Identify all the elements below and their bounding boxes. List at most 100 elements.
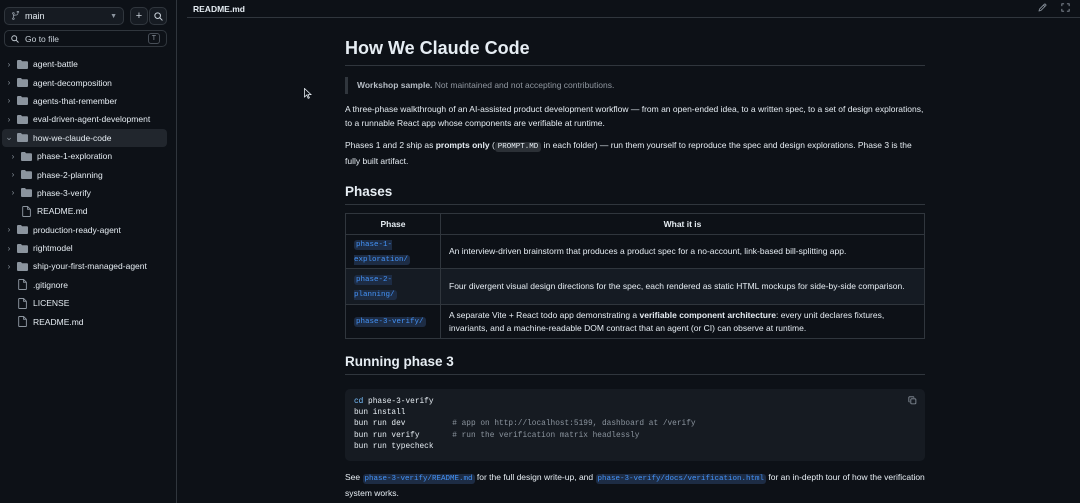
copy-icon[interactable] [908,396,917,409]
chevron-down-icon[interactable]: ⌄ [4,132,14,143]
tree-item-label: LICENSE [33,298,70,309]
tree-item-label: production-ready-agent [33,224,121,235]
intro-paragraph: A three-phase walkthrough of an AI-assis… [345,104,924,128]
tree-item[interactable]: › agents-that-remember [0,92,176,110]
tree-item[interactable]: README.md [0,202,176,220]
tree-item-label: rightmodel [33,243,73,254]
tree-item[interactable]: › rightmodel [0,239,176,257]
phases-paragraph: Phases 1 and 2 ship as prompts only (PRO… [345,139,925,168]
file-title: README.md [193,4,245,14]
tree-item[interactable]: › phase-1-exploration [0,147,176,165]
shortcut-key: T [147,33,160,44]
table-row: phase-1- exploration/ An interview-driven… [345,234,925,269]
tree-item-label: README.md [37,206,88,217]
phase-1-link[interactable]: phase-1- exploration/ [354,239,411,265]
folder-icon [20,188,32,198]
tree-item-label: phase-1-exploration [37,151,113,162]
workshop-notice: Workshop sample. Not maintained and not … [345,77,925,94]
table-cell-what: An interview-driven brainstorm that prod… [440,234,925,269]
tree-item[interactable]: › agent-battle [0,55,176,73]
tree-item[interactable]: › phase-3-verify [0,184,176,202]
tree-item-label: README.md [33,316,84,327]
phases-text-2: ( [489,140,495,150]
tree-item-label: agent-battle [33,59,78,70]
branch-selector[interactable]: main ▼ [4,7,124,25]
code-line: bun install [354,409,406,418]
tree-item[interactable]: ⌄ how-we-claude-code [2,128,167,147]
code-keyword: cd [354,398,364,406]
table-cell-what: A separate Vite + React todo app demonst… [440,304,925,339]
code-line: bun run dev [354,420,453,429]
prompt-md-code: PROMPT.MD [494,142,542,152]
table-header-phase: Phase [345,213,441,235]
table-cell-phase: phase-3-verify/ [345,304,441,339]
cell-text: A separate Vite + React todo app demonst… [449,309,640,320]
code-line: bun run typecheck [354,442,434,451]
folder-icon [20,151,32,161]
branch-name: main [25,11,45,21]
readme-title: How We Claude Code [345,36,925,66]
go-to-file-input[interactable]: Go to file T [4,30,167,47]
running-heading: Running phase 3 [345,353,925,375]
git-branch-icon [12,11,20,20]
phases-text-1: Phases 1 and 2 ship as [345,140,436,150]
tree-item-label: agent-decomposition [33,77,112,88]
chevron-right-icon[interactable]: › [8,170,18,179]
link-text: planning/ [354,290,395,299]
notice-text: Not maintained and not accepting contrib… [432,80,615,90]
folder-icon [16,59,28,69]
phase-2-link[interactable]: phase-2- planning/ [354,274,397,300]
cell-bold: verifiable component architecture [639,309,777,320]
see-text: See [345,472,363,482]
markdown-body: How We Claude Code Workshop sample. Not … [345,36,925,500]
expand-icon[interactable] [1061,3,1070,12]
tree-item-label: phase-2-planning [37,169,103,180]
folder-icon [20,170,32,180]
folder-icon [16,133,28,143]
folder-icon [16,243,28,253]
tree-item[interactable]: › eval-driven-agent-development [0,110,176,128]
tree-item[interactable]: .gitignore [0,276,176,294]
see-paragraph: See phase-3-verify/README.md for the ful… [345,471,925,500]
readme-viewer: README.md How We Claude Code Workshop sa… [187,0,1080,503]
tree-item[interactable]: › production-ready-agent [0,221,176,239]
chevron-right-icon[interactable]: › [4,115,14,124]
tree-item-label: ship-your-first-managed-agent [33,261,147,272]
tree-item-label: phase-3-verify [37,187,91,198]
chevron-right-icon[interactable]: › [8,188,18,197]
file-tree: › agent-battle › agent-decomposition › agents… [0,55,176,331]
file-icon [16,279,28,291]
verification-doc-link[interactable]: phase-3-verify/docs/verification.html [595,474,767,484]
chevron-right-icon[interactable]: › [4,96,14,105]
tree-item[interactable]: › agent-decomposition [0,73,176,91]
folder-icon [16,225,28,235]
tree-item[interactable]: LICENSE [0,294,176,312]
mouse-cursor-icon [304,88,312,99]
chevron-right-icon[interactable]: › [4,78,14,87]
search-placeholder: Go to file [25,33,60,44]
folder-icon [16,114,28,124]
tree-item[interactable]: › ship-your-first-managed-agent [0,257,176,275]
notice-bold: Workshop sample. [357,80,433,90]
chevron-right-icon[interactable]: › [4,60,14,69]
search-icon [11,34,19,43]
tree-item-label: .gitignore [33,279,68,290]
file-tree-sidebar: main ▼ + Go to file T › agent-battle › agen… [0,0,177,503]
phases-heading: Phases [345,183,925,205]
chevron-right-icon[interactable]: › [4,225,14,234]
tree-item[interactable]: › phase-2-planning [0,165,176,183]
phase-3-link[interactable]: phase-3-verify/ [354,317,426,327]
chevron-right-icon[interactable]: › [4,244,14,253]
search-button[interactable] [149,7,167,25]
code-comment: # run the verification matrix headlessly [452,431,640,440]
readme-link[interactable]: phase-3-verify/README.md [362,474,475,484]
chevron-right-icon[interactable]: › [4,262,14,271]
link-text: phase-2- [356,275,393,284]
tree-item[interactable]: README.md [0,312,176,330]
chevron-right-icon[interactable]: › [8,152,18,161]
file-icon [16,297,28,309]
pencil-icon[interactable] [1038,3,1047,12]
tree-item-label: eval-driven-agent-development [33,114,151,125]
code-line: bun run verify [354,431,453,440]
add-file-button[interactable]: + [130,7,148,25]
